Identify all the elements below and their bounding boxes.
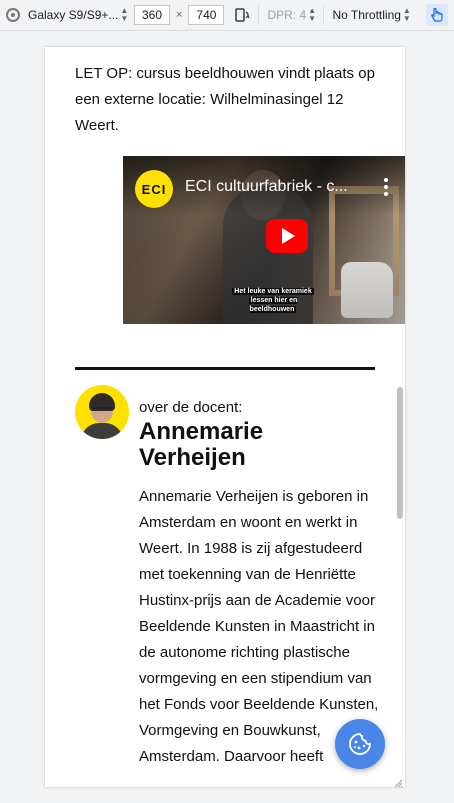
section-divider	[75, 367, 375, 370]
dpr-select[interactable]: DPR: 4 ▲ ▼	[267, 6, 317, 23]
youtube-video-embed[interactable]: ECI ECI cultuurfabriek - c... Het leuke …	[123, 156, 405, 324]
toolbar-divider	[258, 5, 260, 25]
video-caption-line-2: lessen hier en beeldhouwen	[248, 297, 298, 313]
scrollbar-thumb[interactable]	[397, 387, 403, 519]
dimension-separator: ×	[176, 9, 183, 21]
device-select[interactable]: Galaxy S9/S9+... ▲ ▼	[28, 6, 129, 23]
video-title[interactable]: ECI cultuurfabriek - c...	[185, 178, 365, 196]
chrome-icon	[6, 8, 20, 22]
touch-hand-icon[interactable]	[426, 4, 449, 26]
teacher-avatar	[75, 385, 129, 439]
throttling-select[interactable]: No Throttling ▲ ▼	[332, 7, 414, 23]
youtube-play-icon[interactable]	[266, 217, 308, 255]
teacher-name: Annemarie Verheijen	[139, 418, 264, 471]
device-toolbar: Galaxy S9/S9+... ▲ ▼ 360 × 740 DPR: 4 ▲ ▼ …	[0, 0, 454, 31]
width-input[interactable]: 360	[134, 5, 170, 25]
height-input[interactable]: 740	[188, 5, 225, 25]
chevron-updown-icon: ▲ ▼	[402, 6, 411, 23]
avatar-body	[81, 423, 123, 439]
channel-logo[interactable]: ECI	[135, 170, 173, 208]
chevron-updown-icon: ▲ ▼	[308, 6, 317, 23]
throttling-label: No Throttling	[332, 8, 401, 22]
video-caption: Het leuke van keramiek lessen hier en be…	[228, 287, 318, 314]
more-vertical-icon[interactable]	[381, 178, 391, 198]
cookie-settings-button[interactable]	[335, 719, 385, 769]
teacher-label: over de docent:	[139, 399, 243, 416]
device-select-label: Galaxy S9/S9+...	[28, 8, 119, 22]
dpr-label: DPR: 4	[267, 8, 307, 22]
toolbar-divider	[323, 5, 325, 25]
location-notice: LET OP: cursus beeldhouwen vindt plaats …	[75, 65, 375, 134]
resize-handle-icon[interactable]	[393, 775, 403, 787]
device-viewport: LET OP: cursus beeldhouwen vindt plaats …	[45, 47, 405, 787]
video-caption-line-1: Het leuke van keramiek	[232, 288, 314, 295]
chevron-updown-icon: ▲ ▼	[120, 6, 129, 23]
rotate-icon[interactable]	[234, 7, 250, 23]
avatar-glasses	[92, 407, 112, 411]
cookie-icon	[349, 733, 371, 755]
